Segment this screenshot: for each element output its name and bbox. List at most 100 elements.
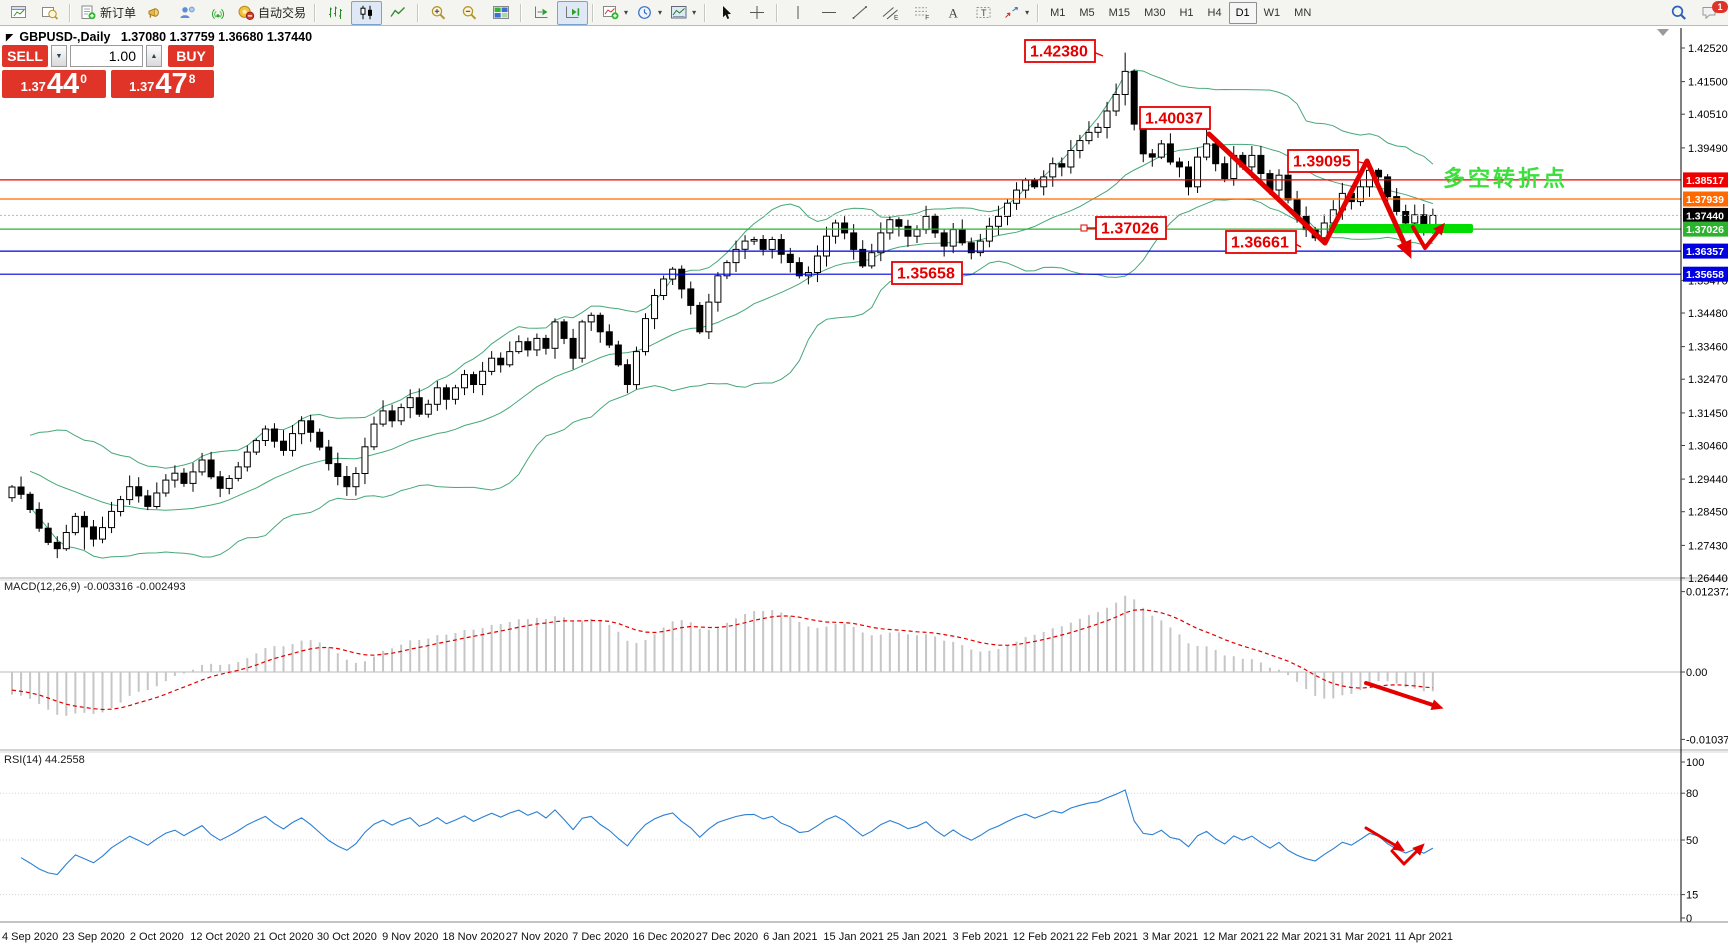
text-button[interactable]: A <box>937 1 968 25</box>
svg-text:1.42520: 1.42520 <box>1688 43 1728 55</box>
timeframe-m15-button[interactable]: M15 <box>1102 2 1137 24</box>
line-chart-icon <box>389 7 405 17</box>
svg-text:25 Jan 2021: 25 Jan 2021 <box>887 931 948 943</box>
svg-text:2 Oct 2020: 2 Oct 2020 <box>130 931 184 943</box>
channel-button[interactable]: E <box>875 1 906 25</box>
svg-text:3 Feb 2021: 3 Feb 2021 <box>953 931 1009 943</box>
crosshair-button[interactable] <box>741 1 772 25</box>
chart-shift-button[interactable] <box>557 0 589 25</box>
svg-text:15 Jan 2021: 15 Jan 2021 <box>823 931 884 943</box>
svg-text:A: A <box>948 6 958 21</box>
svg-text:0.012372: 0.012372 <box>1686 587 1728 599</box>
profiles-button[interactable] <box>34 1 65 25</box>
autotrading-button[interactable]: 自动交易 <box>233 1 310 25</box>
notification-badge: 1 <box>1712 0 1728 13</box>
timeframe-mn-button[interactable]: MN <box>1287 2 1318 24</box>
sell-price-prefix: 1.37 <box>20 79 46 94</box>
sell-price-display[interactable]: 1.37 44 0 <box>2 70 106 99</box>
sell-button[interactable]: SELL <box>2 45 48 67</box>
fibonacci-button[interactable]: F <box>906 1 937 25</box>
bar-chart-button[interactable] <box>320 1 351 25</box>
label-button[interactable]: T <box>968 1 999 25</box>
svg-text:1.38517: 1.38517 <box>1686 175 1724 187</box>
svg-text:3 Mar 2021: 3 Mar 2021 <box>1143 931 1199 943</box>
new-chart-button[interactable] <box>3 1 34 25</box>
community-button[interactable] <box>171 1 202 25</box>
volume-input[interactable]: 1.00 <box>70 45 143 67</box>
svg-text:31 Mar 2021: 31 Mar 2021 <box>1330 931 1392 943</box>
svg-text:1.29440: 1.29440 <box>1688 474 1728 486</box>
svg-text:100: 100 <box>1686 757 1704 769</box>
zoom-in-button[interactable] <box>423 1 454 25</box>
alerts-button[interactable] <box>140 1 171 25</box>
svg-text:23 Sep 2020: 23 Sep 2020 <box>62 931 124 943</box>
horn-icon <box>148 8 159 18</box>
svg-text:1.41500: 1.41500 <box>1688 77 1728 89</box>
signals-button[interactable] <box>202 1 233 25</box>
vline-icon <box>797 6 799 19</box>
rsi-label: RSI(14) 44.2558 <box>4 754 85 766</box>
auto-scroll-button[interactable] <box>526 1 557 25</box>
toolbar-separator <box>1037 3 1040 22</box>
toolbar-separator <box>592 3 595 22</box>
chinese-annotation-text[interactable]: 多空转折点 <box>1443 166 1568 191</box>
timeframe-h4-button[interactable]: H4 <box>1201 2 1229 24</box>
periods-icon <box>638 6 651 19</box>
timeframe-m5-button[interactable]: M5 <box>1072 2 1101 24</box>
svg-text:12 Mar 2021: 12 Mar 2021 <box>1203 931 1265 943</box>
indicators-button[interactable]: ▾ <box>598 1 632 25</box>
new-order-icon <box>81 5 96 20</box>
toolbar-separator <box>776 3 779 22</box>
chat-button[interactable]: 1 <box>1694 0 1728 25</box>
bars-chart-icon <box>328 6 342 19</box>
svg-text:1.39095: 1.39095 <box>1293 154 1351 171</box>
buy-button[interactable]: BUY <box>168 45 214 67</box>
candlestick-chart-button[interactable] <box>351 0 383 25</box>
templates-button[interactable]: ▾ <box>666 1 700 25</box>
zoom-in-icon <box>431 6 445 20</box>
tile-windows-button[interactable] <box>485 1 516 25</box>
line-chart-button[interactable] <box>382 1 413 25</box>
new-chart-icon <box>10 6 26 18</box>
timeframe-m30-button[interactable]: M30 <box>1137 2 1172 24</box>
svg-text:12 Oct 2020: 12 Oct 2020 <box>190 931 250 943</box>
svg-text:T: T <box>981 8 987 18</box>
autotrade-icon <box>238 5 255 20</box>
shift-icon <box>565 6 579 18</box>
timeframe-h1-button[interactable]: H1 <box>1172 2 1200 24</box>
svg-text:1.36661: 1.36661 <box>1231 235 1289 252</box>
mt4-window: { "window": {"notifications": "1"}, "too… <box>0 0 1728 947</box>
volume-up-button[interactable]: ▲ <box>146 45 162 67</box>
autoscroll-icon <box>534 6 548 18</box>
svg-text:21 Oct 2020: 21 Oct 2020 <box>254 931 314 943</box>
buy-price-pip: 8 <box>188 72 196 86</box>
timeframe-m1-button[interactable]: M1 <box>1043 2 1072 24</box>
new-order-button[interactable]: 新订单 <box>75 1 140 25</box>
timeframe-d1-button[interactable]: D1 <box>1228 1 1257 24</box>
timeframe-w1-button[interactable]: W1 <box>1257 2 1288 24</box>
cursor-button[interactable] <box>710 1 741 25</box>
buy-price-display[interactable]: 1.37 47 8 <box>110 70 214 99</box>
vertical-line-button[interactable] <box>782 1 813 25</box>
svg-text:9 Nov 2020: 9 Nov 2020 <box>382 931 438 943</box>
tile-icon <box>492 6 509 19</box>
chart-canvas[interactable]: 1.425201.415001.405101.394901.354701.344… <box>0 0 1728 947</box>
periods-button[interactable]: ▾ <box>632 1 666 25</box>
svg-text:1.37440: 1.37440 <box>1686 210 1724 222</box>
horizontal-line-button[interactable] <box>813 1 844 25</box>
search-button[interactable] <box>1663 1 1694 25</box>
hline-icon <box>821 12 836 13</box>
candles-chart-icon <box>360 5 372 20</box>
toolbar-separator <box>417 3 420 22</box>
svg-text:7 Dec 2020: 7 Dec 2020 <box>572 931 628 943</box>
zoom-out-button[interactable] <box>454 1 485 25</box>
svg-text:1.37939: 1.37939 <box>1686 194 1724 206</box>
svg-text:1.34480: 1.34480 <box>1688 308 1728 320</box>
svg-text:12 Feb 2021: 12 Feb 2021 <box>1013 931 1075 943</box>
volume-down-button[interactable]: ▼ <box>51 45 67 67</box>
arrows-button[interactable]: ▾ <box>999 1 1033 25</box>
one-click-trading-panel: SELL ▼ 1.00 ▲ BUY 1.37 44 0 1.37 47 8 <box>2 45 214 99</box>
crosshair-icon <box>749 6 764 19</box>
trendline-button[interactable] <box>844 1 875 25</box>
svg-text:1.26440: 1.26440 <box>1688 573 1728 585</box>
